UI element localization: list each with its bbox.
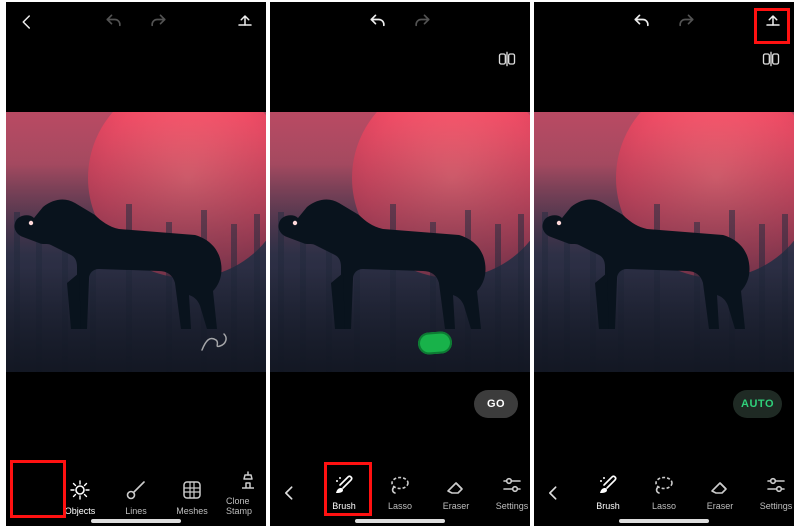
meshes-icon (180, 478, 204, 502)
eraser-icon (444, 473, 468, 497)
bottom-toolbar: Brush Lasso Eraser Settings (534, 460, 794, 526)
go-button[interactable]: GO (474, 390, 518, 418)
tool-label: Brush (332, 501, 356, 511)
bottom-toolbar: Brush Lasso Eraser Settings (270, 460, 530, 526)
objects-icon (68, 478, 92, 502)
arrow-left-icon[interactable] (543, 482, 565, 504)
tool-label: Eraser (443, 501, 470, 511)
top-bar (270, 2, 530, 42)
tool-objects[interactable]: Objects (52, 474, 108, 522)
settings-icon (764, 473, 788, 497)
chip-label: AUTO (741, 398, 774, 410)
clonestamp-icon (236, 468, 260, 492)
image-canvas[interactable] (270, 112, 530, 372)
lines-icon (124, 478, 148, 502)
tool-label: Eraser (707, 501, 734, 511)
tool-label: Lines (125, 506, 147, 516)
screen-2: GO Brush Lasso Eraser (270, 2, 530, 526)
home-indicator (91, 519, 181, 523)
chip-label: GO (487, 398, 505, 410)
redo-icon[interactable] (675, 11, 697, 33)
tool-label: Lasso (652, 501, 676, 511)
brush-icon (332, 473, 356, 497)
dog-silhouette (273, 163, 523, 338)
tool-lines[interactable]: Lines (108, 474, 164, 522)
tool-label: Clone Stamp (226, 496, 266, 516)
image-canvas[interactable] (534, 112, 794, 372)
tool-label: Lasso (388, 501, 412, 511)
back-icon[interactable] (16, 11, 38, 33)
brush-mask-stroke (417, 331, 452, 355)
auto-button[interactable]: AUTO (733, 390, 782, 418)
tool-clonestamp[interactable]: Clone Stamp (220, 464, 266, 522)
dog-silhouette (9, 163, 259, 338)
tool-settings[interactable]: Settings (484, 469, 530, 517)
screen-1: Objects Lines Meshes Clone Stamp (6, 2, 266, 526)
screen-3: AUTO Brush Lasso Eraser (534, 2, 794, 526)
dog-silhouette (537, 163, 787, 338)
lasso-icon (388, 473, 412, 497)
top-bar (534, 2, 794, 42)
undo-icon[interactable] (367, 11, 389, 33)
tool-label: Objects (65, 506, 96, 516)
home-indicator (355, 519, 445, 523)
undo-icon[interactable] (631, 11, 653, 33)
tool-eraser[interactable]: Eraser (692, 469, 748, 517)
settings-icon (500, 473, 524, 497)
tool-lasso[interactable]: Lasso (372, 469, 428, 517)
scribble-mark (200, 330, 230, 354)
redo-icon[interactable] (411, 11, 433, 33)
tool-eraser[interactable]: Eraser (428, 469, 484, 517)
undo-icon[interactable] (103, 11, 125, 33)
arrow-left-icon[interactable] (279, 482, 301, 504)
export-icon[interactable] (234, 11, 256, 33)
top-bar (6, 2, 266, 42)
bottom-toolbar: Objects Lines Meshes Clone Stamp (6, 460, 266, 526)
tool-meshes[interactable]: Meshes (164, 474, 220, 522)
tool-label: Settings (496, 501, 529, 511)
tool-label: Settings (760, 501, 793, 511)
brush-icon (596, 473, 620, 497)
compare-icon[interactable] (496, 48, 518, 70)
export-icon[interactable] (762, 11, 784, 33)
lasso-icon (652, 473, 676, 497)
tool-label: Brush (596, 501, 620, 511)
compare-icon[interactable] (760, 48, 782, 70)
tool-brush[interactable]: Brush (580, 469, 636, 517)
home-indicator (619, 519, 709, 523)
tool-lasso[interactable]: Lasso (636, 469, 692, 517)
tool-settings[interactable]: Settings (748, 469, 794, 517)
image-canvas[interactable] (6, 112, 266, 372)
tool-brush[interactable]: Brush (316, 469, 372, 517)
tool-label: Meshes (176, 506, 208, 516)
eraser-icon (708, 473, 732, 497)
redo-icon[interactable] (147, 11, 169, 33)
